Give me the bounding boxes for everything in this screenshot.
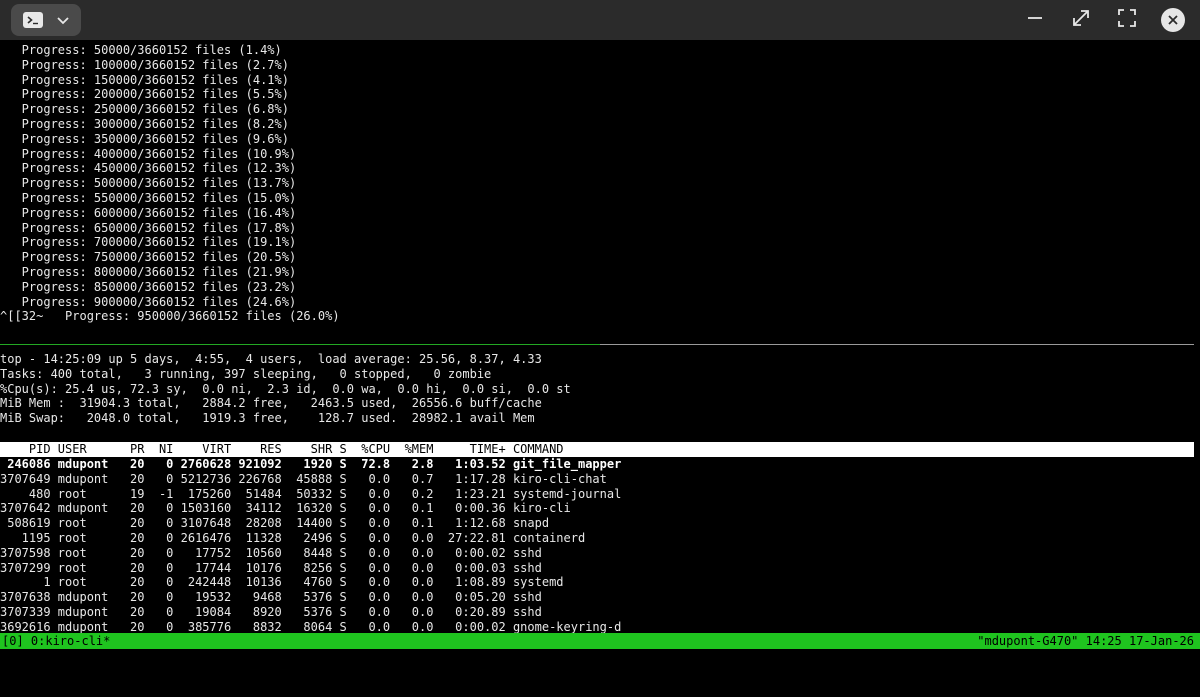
top-uptime-line: top - 14:25:09 up 5 days, 4:55, 4 users,…: [0, 352, 542, 366]
process-table: 246086 mdupont 20 0 2760628 921092 1920 …: [0, 457, 621, 635]
progress-line: Progress: 900000/3660152 files (24.6%): [0, 294, 297, 309]
table-row: 3707598 root 20 0 17752 10560 8448 S 0.0…: [0, 545, 542, 560]
top-summary: top - 14:25:09 up 5 days, 4:55, 4 users,…: [0, 352, 571, 426]
minimize-button[interactable]: [1019, 4, 1051, 36]
table-row: 1195 root 20 0 2616476 11328 2496 S 0.0 …: [0, 530, 586, 545]
fullscreen-button[interactable]: [1111, 4, 1143, 36]
progress-line: Progress: 50000/3660152 files (1.4%): [0, 43, 282, 57]
top-swap-line: MiB Swap: 2048.0 total, 1919.3 free, 128…: [0, 411, 535, 426]
progress-line: Progress: 300000/3660152 files (8.2%): [0, 116, 289, 131]
table-row: 246086 mdupont 20 0 2760628 921092 1920 …: [0, 457, 622, 471]
terminal-area[interactable]: Progress: 50000/3660152 files (1.4%) Pro…: [0, 40, 1200, 651]
progress-line: Progress: 750000/3660152 files (20.5%): [0, 250, 297, 265]
progress-line: Progress: 350000/3660152 files (9.6%): [0, 131, 289, 146]
progress-line: Progress: 550000/3660152 files (15.0%): [0, 190, 297, 205]
progress-line: Progress: 400000/3660152 files (10.9%): [0, 146, 297, 161]
table-row: 3707299 root 20 0 17744 10176 8256 S 0.0…: [0, 560, 542, 575]
progress-line: Progress: 450000/3660152 files (12.3%): [0, 161, 297, 176]
minimize-icon: [1026, 9, 1044, 31]
top-cpu-line: %Cpu(s): 25.4 us, 72.3 sy, 0.0 ni, 2.3 i…: [0, 381, 571, 396]
table-row: 3707642 mdupont 20 0 1503160 34112 16320…: [0, 501, 571, 516]
top-tasks-line: Tasks: 400 total, 3 running, 397 sleepin…: [0, 366, 492, 381]
tmux-host-time: "mdupont-G470" 14:25 17-Jan-26: [977, 634, 1194, 648]
process-table-header: PID USER PR NI VIRT RES SHR S %CPU %MEM …: [0, 442, 1194, 457]
tmux-status-bar: [0] 0:kiro-cli* "mdupont-G470" 14:25 17-…: [0, 633, 1200, 649]
progress-line: Progress: 500000/3660152 files (13.7%): [0, 176, 297, 191]
close-icon: [1161, 8, 1185, 32]
progress-line: Progress: 650000/3660152 files (17.8%): [0, 220, 297, 235]
progress-output-pane[interactable]: Progress: 50000/3660152 files (1.4%) Pro…: [0, 43, 340, 324]
window-controls: [1019, 4, 1189, 36]
progress-line: Progress: 700000/3660152 files (19.1%): [0, 235, 297, 250]
progress-line: Progress: 800000/3660152 files (21.9%): [0, 264, 297, 279]
chevron-down-icon: [55, 12, 71, 28]
progress-line: ^[[32~ Progress: 950000/3660152 files (2…: [0, 309, 340, 324]
progress-line: Progress: 200000/3660152 files (5.5%): [0, 87, 289, 102]
pane-divider: [0, 344, 1200, 345]
window-titlebar: [0, 0, 1200, 40]
fullscreen-icon: [1117, 8, 1137, 32]
maximize-icon: [1071, 8, 1091, 32]
table-row: 480 root 19 -1 175260 51484 50332 S 0.0 …: [0, 486, 622, 501]
top-mem-line: MiB Mem : 31904.3 total, 2884.2 free, 24…: [0, 396, 542, 411]
progress-line: Progress: 100000/3660152 files (2.7%): [0, 57, 289, 72]
maximize-button[interactable]: [1065, 4, 1097, 36]
progress-line: Progress: 600000/3660152 files (16.4%): [0, 205, 297, 220]
progress-line: Progress: 850000/3660152 files (23.2%): [0, 279, 297, 294]
terminal-menu-button[interactable]: [11, 4, 81, 36]
progress-line: Progress: 150000/3660152 files (4.1%): [0, 72, 289, 87]
table-row: 1 root 20 0 242448 10136 4760 S 0.0 0.0 …: [0, 575, 564, 590]
close-button[interactable]: [1157, 4, 1189, 36]
progress-line: Progress: 250000/3660152 files (6.8%): [0, 102, 289, 117]
table-row: 508619 root 20 0 3107648 28208 14400 S 0…: [0, 516, 550, 531]
terminal-icon: [23, 12, 43, 28]
tmux-window-label[interactable]: [0] 0:kiro-cli*: [2, 633, 110, 649]
table-row: 3707638 mdupont 20 0 19532 9468 5376 S 0…: [0, 590, 542, 605]
table-row: 3707649 mdupont 20 0 5212736 226768 4588…: [0, 471, 607, 486]
table-row: 3707339 mdupont 20 0 19084 8920 5376 S 0…: [0, 604, 542, 619]
